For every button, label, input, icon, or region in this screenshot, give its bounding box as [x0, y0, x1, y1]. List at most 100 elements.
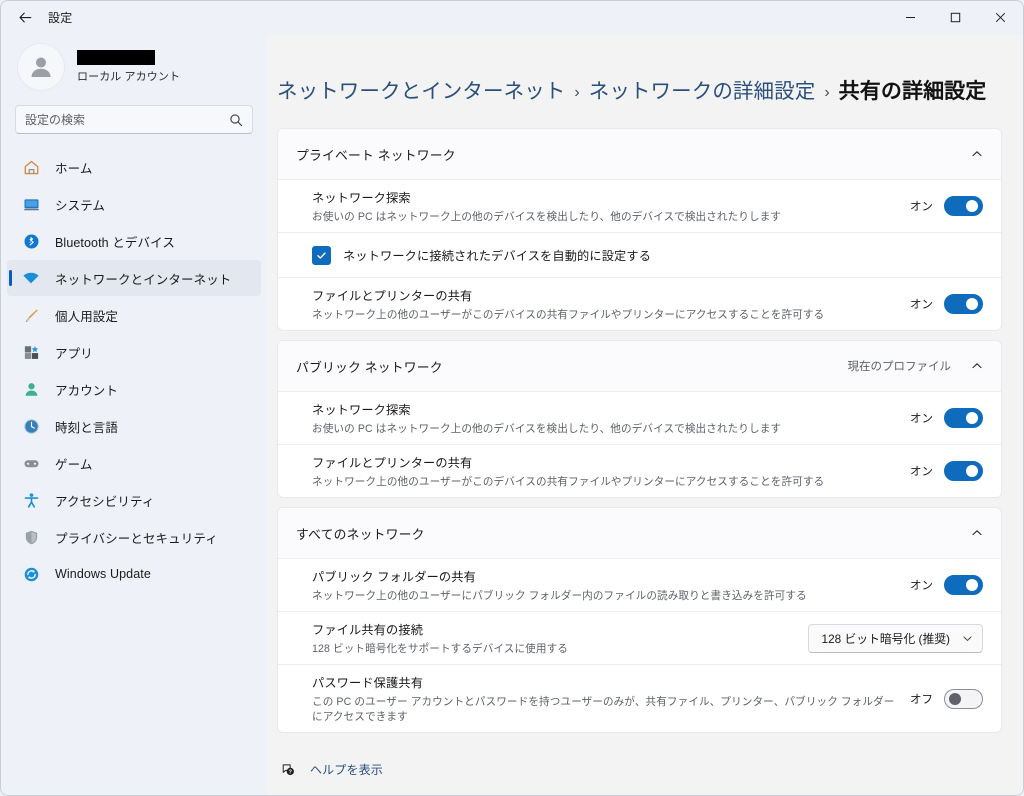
row-auto-setup-devices[interactable]: ネットワークに接続されたデバイスを自動的に設定する: [278, 232, 1001, 277]
wifi-icon: [21, 268, 41, 288]
content-pane: ネットワークとインターネット › ネットワークの詳細設定 › 共有の詳細設定 プ…: [267, 34, 1023, 795]
account-type: ローカル アカウント: [77, 68, 180, 84]
chevron-up-icon[interactable]: [969, 358, 985, 374]
section-header[interactable]: プライベート ネットワーク: [278, 129, 1001, 179]
chevron-down-icon: [962, 633, 973, 644]
public-folder-sharing-toggle[interactable]: [944, 575, 983, 595]
breadcrumb-separator: ›: [824, 84, 829, 102]
account-icon: [21, 379, 41, 399]
toggle-knob: [966, 200, 978, 212]
sidebar-item-gaming[interactable]: ゲーム: [7, 445, 261, 481]
sidebar-item-label: アプリ: [55, 343, 93, 362]
help-link[interactable]: ? ヘルプを表示: [277, 756, 1023, 783]
row-description: ネットワーク上の他のユーザーがこのデバイスの共有ファイルやプリンターにアクセスす…: [312, 307, 896, 322]
search-box[interactable]: [15, 105, 253, 134]
sidebar-item-bluetooth[interactable]: Bluetooth とデバイス: [7, 223, 261, 259]
section-header[interactable]: パブリック ネットワーク 現在のプロファイル: [278, 341, 1001, 391]
row-description: ネットワーク上の他のユーザーがこのデバイスの共有ファイルやプリンターにアクセスす…: [312, 474, 896, 489]
auto-setup-checkbox[interactable]: [312, 246, 331, 265]
system-icon: [21, 194, 41, 214]
window-title: 設定: [48, 9, 72, 26]
sidebar-nav: ホーム システム: [1, 149, 267, 593]
sidebar-item-label: アクセシビリティ: [55, 491, 154, 510]
window-body: ローカル アカウント: [1, 34, 1023, 795]
sidebar-item-network-internet[interactable]: ネットワークとインターネット: [7, 260, 261, 296]
feedback-icon: [277, 795, 299, 796]
sidebar-item-label: アカウント: [55, 380, 118, 399]
help-icon: ?: [277, 762, 299, 778]
chevron-up-icon[interactable]: [969, 146, 985, 162]
settings-cards: プライベート ネットワーク ネットワーク探索 お使いの PC はネットワーク上の…: [277, 128, 1002, 733]
sidebar-item-label: ホーム: [55, 158, 92, 177]
encryption-dropdown[interactable]: 128 ビット暗号化 (推奨): [808, 624, 983, 653]
help-link-label: ヘルプを表示: [310, 761, 383, 778]
row-texts: ネットワーク探索 お使いの PC はネットワーク上の他のデバイスを検出したり、他…: [312, 392, 896, 444]
toggle-knob: [966, 412, 978, 424]
row-file-sharing-connections: ファイル共有の接続 128 ビット暗号化をサポートするデバイスに使用する 128…: [278, 611, 1001, 664]
network-discovery-toggle[interactable]: [944, 408, 983, 428]
section-all-networks: すべてのネットワーク パブリック フォルダーの共有 ネットワーク上の他のユーザー…: [277, 507, 1002, 733]
feedback-link-label: フィードバックの送信: [310, 794, 431, 795]
breadcrumb-middle[interactable]: ネットワークの詳細設定: [589, 74, 816, 104]
file-printer-sharing-toggle[interactable]: [944, 461, 983, 481]
toggle-group: オン: [910, 408, 983, 428]
section-title: パブリック ネットワーク: [296, 357, 848, 376]
row-description: ネットワーク上の他のユーザーにパブリック フォルダー内のファイルの読み取りと書き…: [312, 588, 896, 603]
chevron-up-icon[interactable]: [969, 525, 985, 541]
row-label: ファイルとプリンターの共有: [312, 453, 896, 471]
row-texts: ネットワーク探索 お使いの PC はネットワーク上の他のデバイスを検出したり、他…: [312, 180, 896, 232]
toggle-state-label: オン: [910, 463, 933, 479]
toggle-state-label: オン: [910, 198, 933, 214]
toggle-group: オフ: [910, 689, 983, 709]
close-button[interactable]: [978, 1, 1023, 34]
toggle-group: オン: [910, 294, 983, 314]
maximize-button[interactable]: [933, 1, 978, 34]
minimize-button[interactable]: [888, 1, 933, 34]
file-printer-sharing-toggle[interactable]: [944, 294, 983, 314]
section-header[interactable]: すべてのネットワーク: [278, 508, 1001, 558]
sidebar-item-system[interactable]: システム: [7, 186, 261, 222]
row-password-protected-sharing: パスワード保護共有 この PC のユーザー アカウントとパスワードを持つユーザー…: [278, 664, 1001, 732]
toggle-knob: [966, 298, 978, 310]
current-profile-badge: 現在のプロファイル: [848, 358, 952, 374]
sidebar-item-label: システム: [55, 195, 105, 214]
sidebar-item-accessibility[interactable]: アクセシビリティ: [7, 482, 261, 518]
sidebar-item-time-language[interactable]: 時刻と言語: [7, 408, 261, 444]
search-area: [1, 96, 267, 138]
sidebar-item-apps[interactable]: アプリ: [7, 334, 261, 370]
page-title: 共有の詳細設定: [839, 75, 987, 105]
accessibility-icon: [21, 490, 41, 510]
settings-window: 設定: [0, 0, 1024, 796]
toggle-knob: [966, 579, 978, 591]
row-file-printer-sharing-public: ファイルとプリンターの共有 ネットワーク上の他のユーザーがこのデバイスの共有ファ…: [278, 444, 1001, 497]
feedback-link[interactable]: フィードバックの送信: [277, 789, 1023, 795]
sidebar-item-windows-update[interactable]: Windows Update: [7, 556, 261, 592]
breadcrumb-parent[interactable]: ネットワークとインターネット: [277, 74, 565, 104]
sidebar-item-privacy-security[interactable]: プライバシーとセキュリティ: [7, 519, 261, 555]
sidebar-item-accounts[interactable]: アカウント: [7, 371, 261, 407]
dropdown-value: 128 ビット暗号化 (推奨): [822, 630, 950, 647]
toggle-group: オン: [910, 461, 983, 481]
footer-links: ? ヘルプを表示 フィードバックの送信: [277, 756, 1023, 795]
row-description: お使いの PC はネットワーク上の他のデバイスを検出したり、他のデバイスで検出さ…: [312, 209, 896, 224]
breadcrumb: ネットワークとインターネット › ネットワークの詳細設定 › 共有の詳細設定: [267, 34, 1023, 105]
toggle-state-label: オン: [910, 410, 933, 426]
network-discovery-toggle[interactable]: [944, 196, 983, 216]
back-button[interactable]: [10, 3, 40, 33]
account-block[interactable]: ローカル アカウント: [1, 36, 267, 96]
sidebar-item-label: Bluetooth とデバイス: [55, 232, 175, 251]
sidebar-item-label: プライバシーとセキュリティ: [55, 528, 218, 547]
section-title: プライベート ネットワーク: [296, 145, 951, 164]
sidebar-item-label: Windows Update: [55, 567, 151, 581]
sidebar-item-personalization[interactable]: 個人用設定: [7, 297, 261, 333]
account-name-redacted: [77, 50, 155, 65]
row-texts: パブリック フォルダーの共有 ネットワーク上の他のユーザーにパブリック フォルダ…: [312, 559, 896, 611]
sidebar-item-home[interactable]: ホーム: [7, 149, 261, 185]
row-label: ネットワーク探索: [312, 400, 896, 418]
bluetooth-icon: [21, 231, 41, 251]
search-input[interactable]: [25, 113, 229, 127]
sidebar: ローカル アカウント: [1, 34, 267, 795]
toggle-knob: [949, 693, 961, 705]
password-protected-sharing-toggle[interactable]: [944, 689, 983, 709]
row-network-discovery-private: ネットワーク探索 お使いの PC はネットワーク上の他のデバイスを検出したり、他…: [278, 179, 1001, 232]
